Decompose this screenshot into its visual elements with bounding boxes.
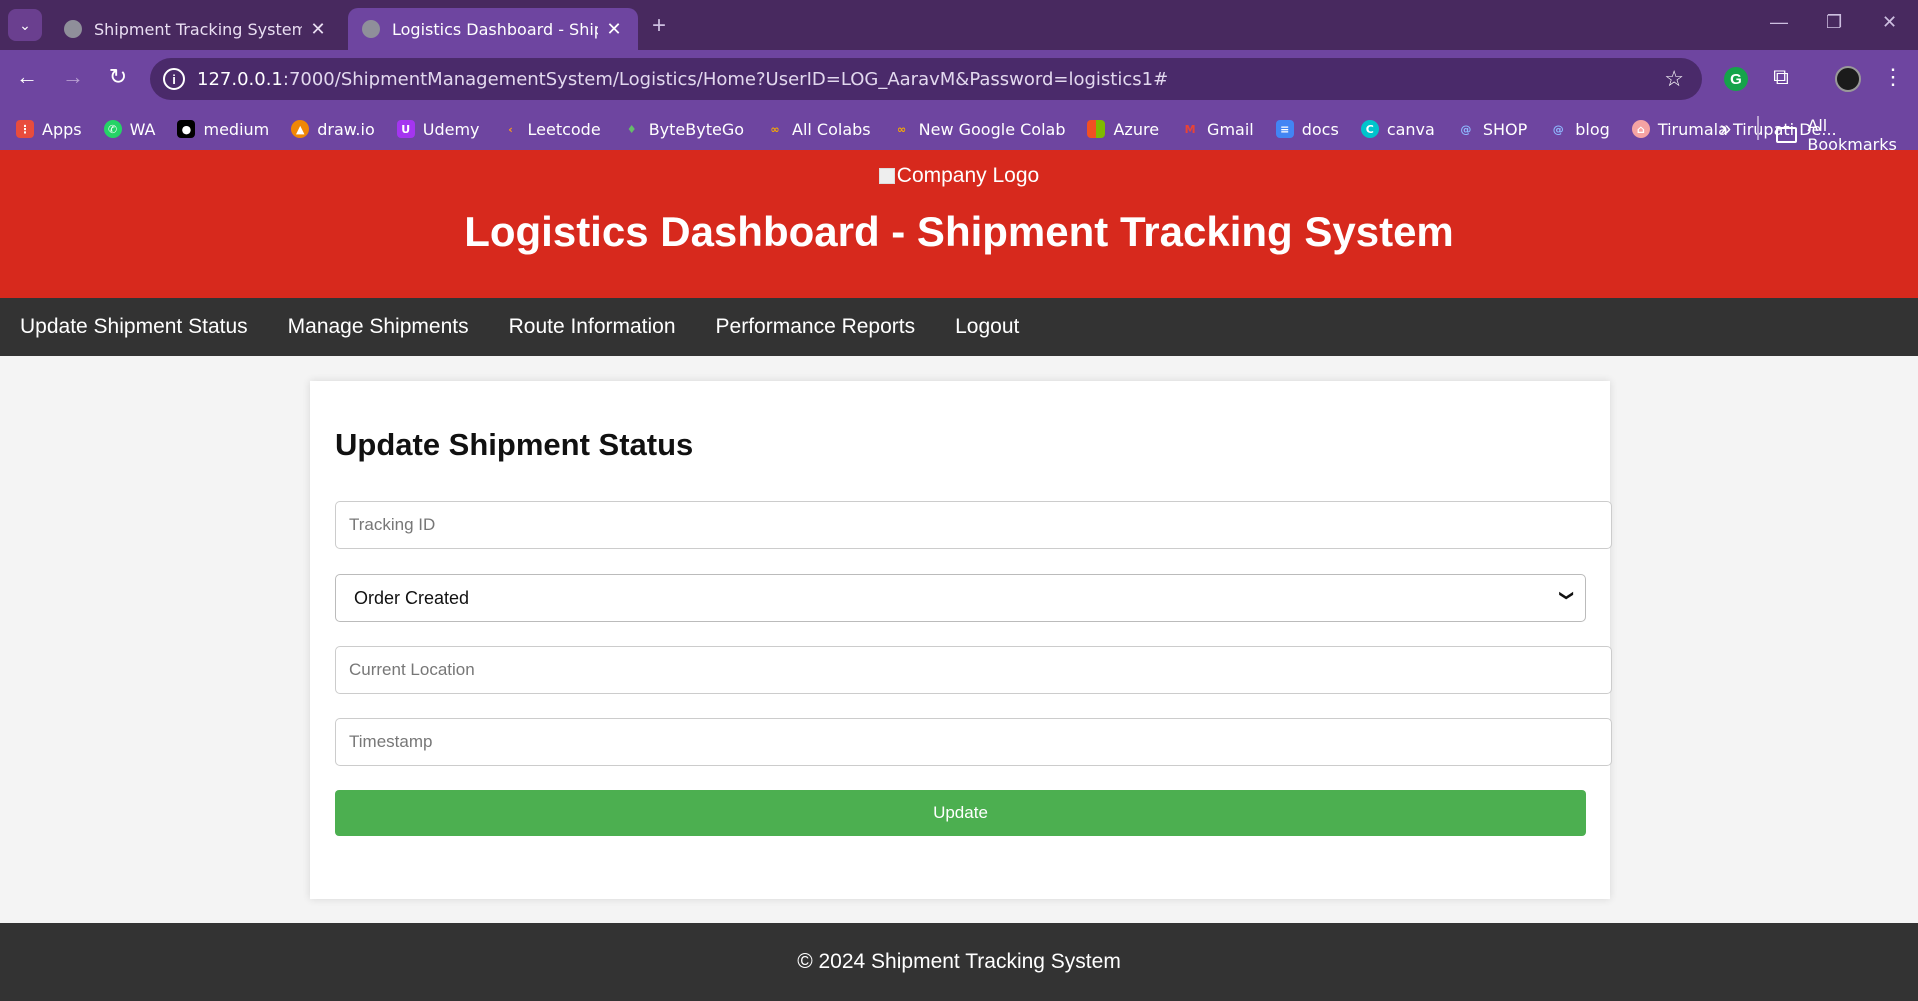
docs-icon: ≡ xyxy=(1275,120,1294,138)
site-header: Company Logo Logistics Dashboard - Shipm… xyxy=(0,150,1918,298)
status-selected-value: Order Created xyxy=(354,587,470,608)
bookmark-bytebytego[interactable]: ♦ ByteByteGo xyxy=(623,120,744,139)
spiral-icon: @ xyxy=(1552,122,1564,136)
bookmark-shop[interactable]: @ SHOP xyxy=(1457,120,1527,139)
close-tab-icon[interactable]: ✕ xyxy=(604,19,624,40)
page-title: Logistics Dashboard - Shipment Tracking … xyxy=(464,208,1454,255)
address-bar[interactable]: i 127.0.0.1:7000/ShipmentManagementSyste… xyxy=(150,58,1702,100)
bookmarks-bar: ⋮ Apps ✆ WA ● medium ▲ draw.io U Udemy ‹ Leetc… xyxy=(0,108,1918,150)
bookmark-docs[interactable]: ≡ docs xyxy=(1275,120,1339,139)
url-text: 127.0.0.1:7000/ShipmentManagementSystem/… xyxy=(197,68,1169,90)
bookmark-all-colabs[interactable]: ∞ All Colabs xyxy=(766,120,870,139)
colab-icon: ∞ xyxy=(770,122,780,136)
azure-icon xyxy=(1087,120,1106,138)
colab-icon: ∞ xyxy=(897,122,907,136)
bookmark-canva[interactable]: Ccanva xyxy=(1360,120,1435,139)
browser-toolbar: ← → ↻ i 127.0.0.1:7000/ShipmentManagemen… xyxy=(0,50,1918,108)
bookmark-apps[interactable]: ⋮ Apps xyxy=(16,120,82,139)
leetcode-icon: ‹ xyxy=(508,122,513,136)
gmail-icon: M xyxy=(1184,122,1196,136)
site-info-icon[interactable]: i xyxy=(163,68,185,90)
timestamp-input[interactable] xyxy=(335,718,1612,766)
main-nav: Update Shipment Status Manage Shipments … xyxy=(0,298,1918,356)
spiral-icon: @ xyxy=(1460,122,1472,136)
drawio-icon: ▲ xyxy=(291,120,310,138)
bytebytego-icon: ♦ xyxy=(626,122,637,136)
broken-image-icon xyxy=(878,168,895,184)
medium-icon: ● xyxy=(177,120,196,138)
udemy-icon: U xyxy=(396,120,415,138)
browser-tab-shipment-tracking[interactable]: Shipment Tracking System ✕ xyxy=(50,8,342,50)
bookmark-new-google-colab[interactable]: ∞ New Google Colab xyxy=(893,120,1065,139)
bookmark-drawio[interactable]: ▲ draw.io xyxy=(291,120,375,139)
whatsapp-icon: ✆ xyxy=(103,120,122,138)
bookmark-blog[interactable]: @ blog xyxy=(1549,120,1610,139)
temple-icon: ⌂ xyxy=(1631,120,1650,138)
nav-logout[interactable]: Logout xyxy=(955,315,1019,339)
bookmark-star-icon[interactable]: ☆ xyxy=(1664,66,1684,92)
company-logo: Company Logo xyxy=(0,164,1918,188)
update-status-card: Update Shipment Status Order Created ❯ U… xyxy=(310,381,1612,899)
more-bookmarks-chevron-icon[interactable]: » xyxy=(1720,118,1731,141)
globe-icon xyxy=(64,20,82,38)
bookmark-medium[interactable]: ● medium xyxy=(177,120,269,139)
tab-title: Shipment Tracking System xyxy=(94,19,302,39)
extensions-puzzle-icon[interactable]: ⧉ xyxy=(1766,64,1796,90)
browser-tab-logistics-dashboard[interactable]: Logistics Dashboard - Shipment Tracking … xyxy=(348,8,638,50)
tab-title: Logistics Dashboard - Shipment Tracking … xyxy=(392,19,598,39)
browser-menu-icon[interactable]: ⋮ xyxy=(1878,64,1908,90)
reload-icon[interactable]: ↻ xyxy=(103,64,133,90)
close-window-icon[interactable]: ✕ xyxy=(1882,12,1897,33)
apps-grid-icon: ⋮ xyxy=(16,120,34,138)
close-tab-icon[interactable]: ✕ xyxy=(308,19,328,40)
browser-tab-bar: ⌄ Shipment Tracking System ✕ Logistics D… xyxy=(0,0,1918,50)
site-footer: © 2024 Shipment Tracking System xyxy=(0,923,1918,1001)
form-heading: Update Shipment Status xyxy=(335,427,694,462)
chevron-down-icon: ❯ xyxy=(1559,589,1576,602)
nav-performance-reports[interactable]: Performance Reports xyxy=(716,315,916,339)
profile-avatar[interactable] xyxy=(1835,66,1861,92)
nav-manage-shipments[interactable]: Manage Shipments xyxy=(288,315,469,339)
bookmark-udemy[interactable]: U Udemy xyxy=(396,120,480,139)
canva-icon: C xyxy=(1360,120,1379,138)
back-arrow-icon[interactable]: ← xyxy=(12,64,42,90)
bookmark-gmail[interactable]: M Gmail xyxy=(1181,120,1254,139)
current-location-input[interactable] xyxy=(335,646,1612,694)
new-tab-plus-icon[interactable]: + xyxy=(652,12,666,40)
bookmark-wa[interactable]: ✆ WA xyxy=(103,120,155,139)
minimize-window-icon[interactable]: — xyxy=(1770,12,1788,33)
tab-search-chevron-icon[interactable]: ⌄ xyxy=(8,9,42,41)
folder-icon xyxy=(1776,127,1798,143)
nav-update-shipment-status[interactable]: Update Shipment Status xyxy=(20,315,248,339)
forward-arrow-icon[interactable]: → xyxy=(58,64,88,90)
globe-icon xyxy=(362,20,380,38)
bookmark-azure[interactable]: Azure xyxy=(1087,120,1159,139)
status-select[interactable]: Order Created ❯ xyxy=(335,574,1586,622)
update-button[interactable]: Update xyxy=(335,790,1586,836)
nav-route-information[interactable]: Route Information xyxy=(509,315,676,339)
bookmarks-divider xyxy=(1757,116,1759,140)
grammarly-extension-icon[interactable]: G xyxy=(1724,67,1748,91)
all-bookmarks-button[interactable]: All Bookmarks xyxy=(1776,116,1918,154)
tracking-id-input[interactable] xyxy=(335,501,1612,549)
restore-window-icon[interactable]: ❐ xyxy=(1826,12,1842,33)
bookmark-leetcode[interactable]: ‹ Leetcode xyxy=(502,120,600,139)
